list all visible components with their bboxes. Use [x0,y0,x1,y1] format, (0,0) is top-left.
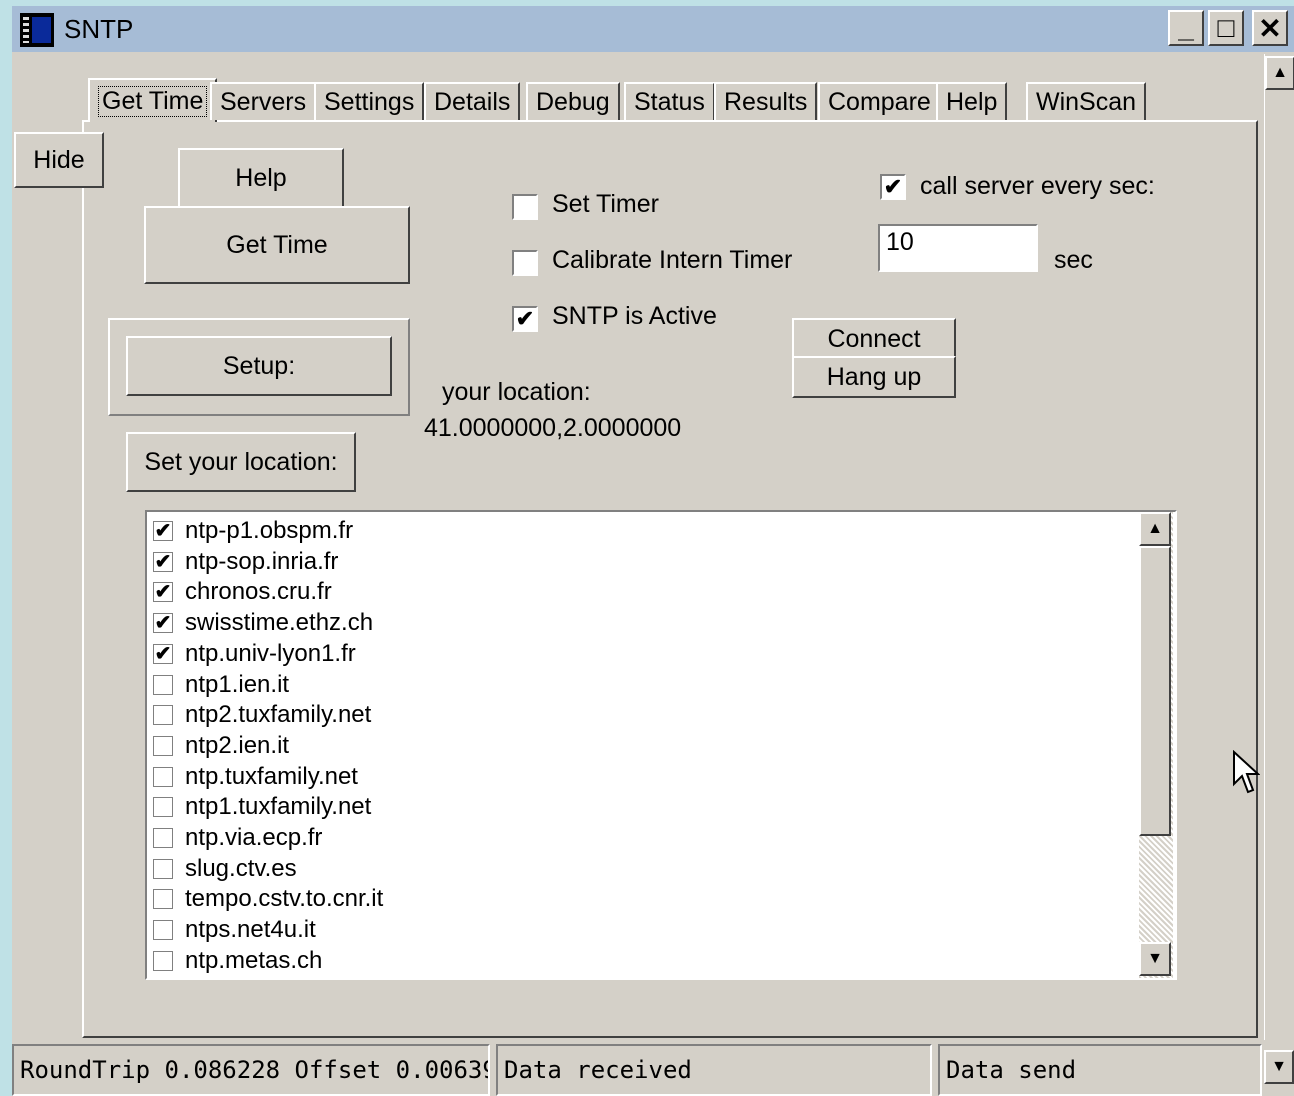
set-location-button[interactable]: Set your location: [126,432,356,492]
server-checkbox[interactable] [153,828,173,848]
sntp-active-checkbox[interactable]: ✔ [512,306,538,332]
calibrate-checkbox[interactable] [512,250,538,276]
interval-input[interactable]: 10 [878,224,1038,272]
tab-details[interactable]: Details [424,82,521,120]
list-item[interactable]: ntp1.ien.it [153,670,289,700]
server-name: ntp.univ-lyon1.fr [185,639,356,667]
list-item[interactable]: slug.ctv.es [153,854,297,884]
list-scroll-thumb[interactable] [1139,546,1171,836]
tab-debug[interactable]: Debug [526,82,620,120]
mouse-pointer-icon [1233,750,1260,794]
list-item[interactable]: ✔ ntp-sop.inria.fr [153,547,338,577]
server-checkbox[interactable]: ✔ [153,521,173,541]
list-item[interactable]: ntp.metas.ch [153,946,322,976]
server-name: ntp-sop.inria.fr [185,547,339,575]
list-item[interactable]: tempo.cstv.to.cnr.it [153,884,383,914]
maximize-button[interactable]: □ [1208,10,1244,46]
server-name: ntp.tuxfamily.net [185,762,358,790]
minimize-button[interactable]: _ [1168,10,1204,46]
server-name: ntp.via.ecp.fr [185,824,323,851]
close-button[interactable]: ✕ [1252,10,1288,46]
server-checkbox[interactable]: ✔ [153,643,173,664]
tab-servers[interactable]: Servers [210,82,317,120]
server-name: ntp1.ien.it [185,670,290,698]
server-list[interactable]: ✔ ntp-p1.obspm.fr ✔ ntp-sop.inria.fr ✔ chrono… [145,510,1177,980]
server-name: ntp2.ien.it [185,731,290,759]
location-label: your location: [442,378,591,406]
server-checkbox[interactable] [153,797,173,818]
window-scrollbar[interactable]: ▲ [1264,54,1294,1040]
call-server-checkbox[interactable]: ✔ [880,174,906,200]
hang-up-button[interactable]: Hang up [792,356,956,398]
list-item[interactable]: ntp2.tuxfamily.net [153,700,371,730]
call-server-label: call server every sec: [920,172,1155,200]
set-timer-label: Set Timer [552,190,659,218]
server-name: slug.ctv.es [185,854,297,882]
connect-button[interactable]: Connect [792,318,956,360]
list-item[interactable]: ✔ ntp.univ-lyon1.fr [153,639,356,669]
sntp-active-label: SNTP is Active [552,302,717,330]
server-checkbox[interactable] [153,705,173,726]
server-name: ntps.net4u.it [185,916,316,944]
server-checkbox[interactable]: ✔ [153,551,173,572]
status-roundtrip: RoundTrip 0.086228 Offset 0.006395 [12,1044,490,1096]
list-item[interactable]: ntp.via.ecp.fr [153,823,322,853]
server-name: ntp-p1.obspm.fr [185,517,354,544]
list-item[interactable]: ntp1.tuxfamily.net [153,792,371,822]
server-checkbox[interactable] [153,889,173,910]
scroll-up-icon[interactable]: ▲ [1265,56,1294,90]
set-timer-checkbox[interactable] [512,194,538,220]
status-send: Data send [938,1044,1262,1096]
tab-results[interactable]: Results [714,82,818,120]
server-name: ntp2.tuxfamily.net [185,701,372,729]
server-name: chronos.cru.fr [185,578,332,606]
tab-winscan[interactable]: WinScan [1026,82,1147,120]
server-checkbox[interactable] [153,950,173,971]
server-checkbox[interactable] [153,735,173,756]
title-bar[interactable]: SNTP _ □ ✕ [12,6,1294,52]
app-icon[interactable] [20,13,54,47]
server-name: tempo.cstv.to.cnr.it [185,885,384,913]
list-item[interactable]: ✔ chronos.cru.fr [153,577,332,607]
tab-settings[interactable]: Settings [314,82,425,120]
tab-status[interactable]: Status [624,82,715,120]
server-checkbox[interactable] [153,858,173,879]
server-name: swisstime.ethz.ch [185,609,374,637]
list-item[interactable]: ✔ swisstime.ethz.ch [153,608,373,638]
status-bar: RoundTrip 0.086228 Offset 0.006395 Data … [12,1044,1262,1096]
hide-button[interactable]: Hide [14,132,104,188]
sntp-window: SNTP _ □ ✕ ▲ ▼ Get Time Servers Settings… [12,6,1294,1096]
help-button[interactable]: Help [178,148,344,208]
list-item[interactable]: ✔ ntp-p1.obspm.fr [153,516,353,546]
server-name: ntp.metas.ch [185,946,323,974]
server-checkbox[interactable] [153,766,173,787]
tab-help[interactable]: Help [936,82,1008,120]
tab-compare[interactable]: Compare [818,82,941,120]
list-item[interactable]: ntps.net4u.it [153,915,316,945]
list-item[interactable]: ntp.tuxfamily.net [153,762,358,792]
setup-button[interactable]: Setup: [126,336,392,396]
server-checkbox[interactable] [153,920,173,941]
server-checkbox[interactable] [153,674,173,695]
status-received: Data received [496,1044,932,1096]
list-scroll-up-icon[interactable]: ▲ [1139,512,1171,546]
server-checkbox[interactable]: ✔ [153,613,173,634]
calibrate-label: Calibrate Intern Timer [552,246,793,274]
get-time-button[interactable]: Get Time [144,206,410,284]
tab-get-time[interactable]: Get Time [88,78,218,122]
server-checkbox[interactable]: ✔ [153,582,173,603]
interval-unit: sec [1054,246,1093,274]
list-scroll-down-icon[interactable]: ▼ [1139,942,1171,976]
scroll-down-icon[interactable]: ▼ [1264,1050,1294,1084]
server-name: ntp1.tuxfamily.net [185,793,372,821]
window-title: SNTP [64,14,134,44]
list-item[interactable]: ntp2.ien.it [153,731,289,761]
location-value: 41.0000000,2.0000000 [424,414,682,442]
list-scrollbar[interactable]: ▲ ▼ [1139,512,1173,978]
